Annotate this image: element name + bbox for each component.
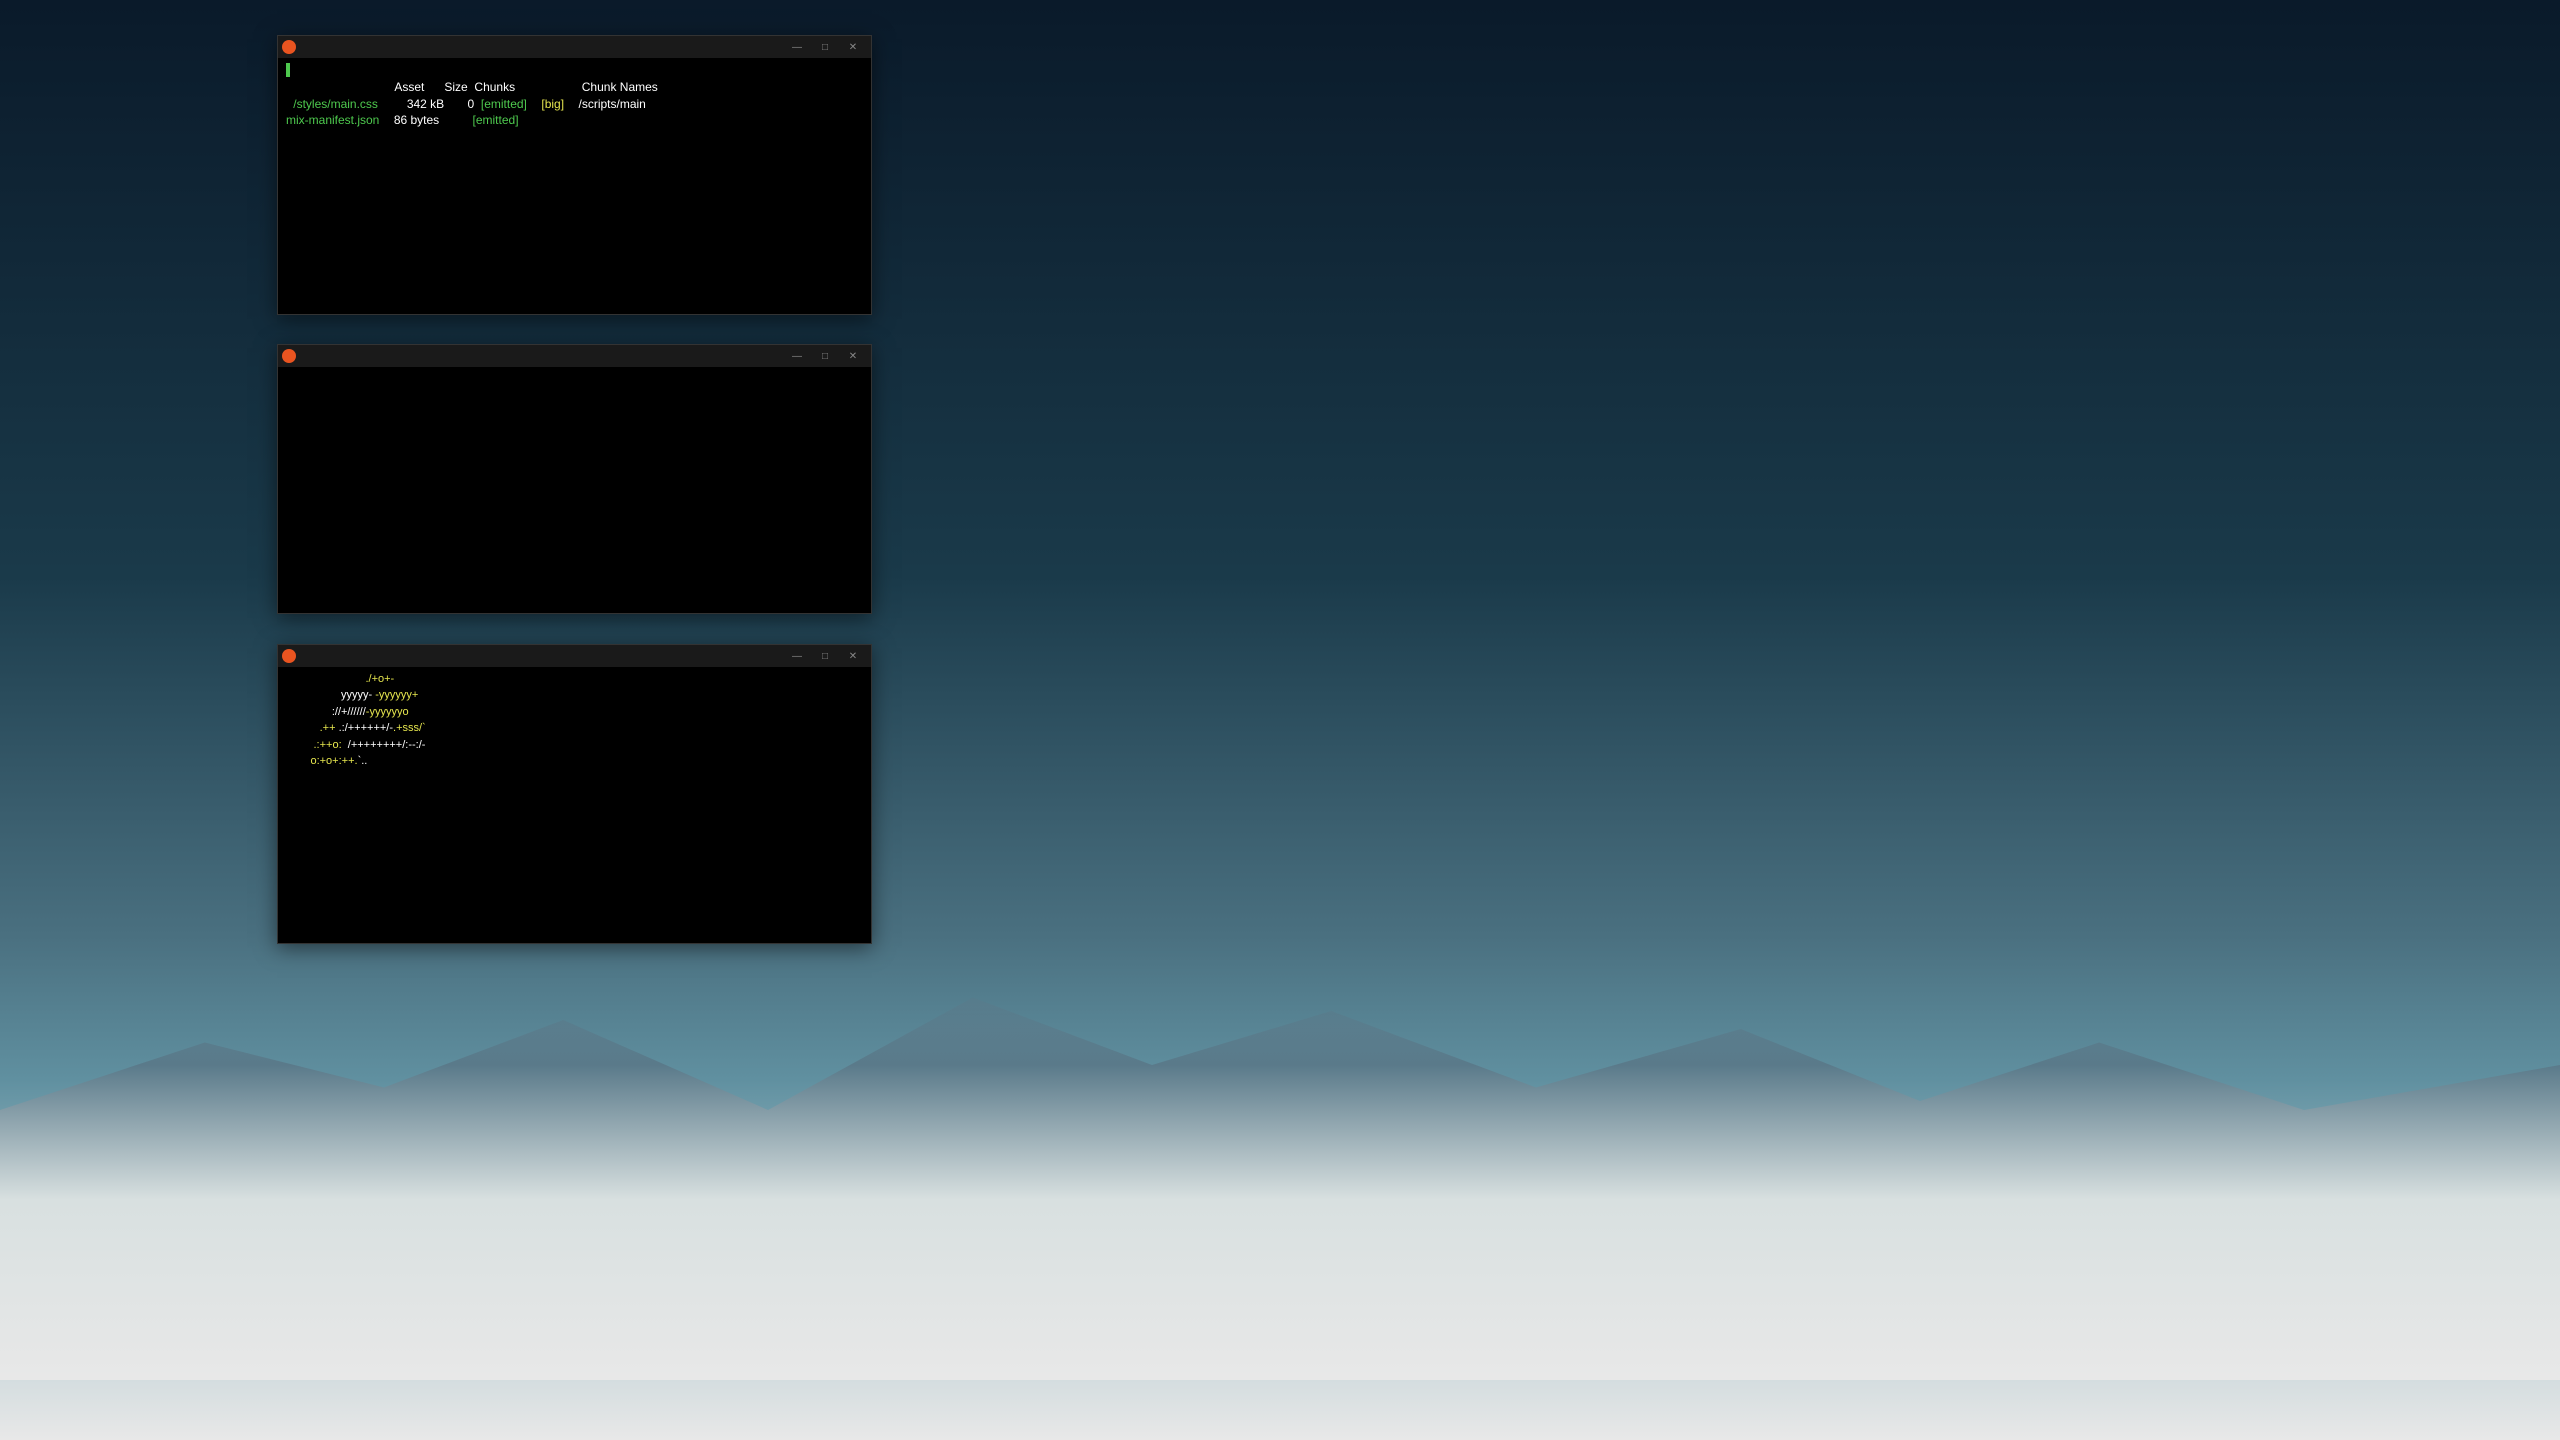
ubuntu-icon	[282, 40, 296, 54]
wallpaper-mountains	[0, 930, 2560, 1380]
titlebar[interactable]: — □ ✕	[278, 36, 871, 58]
terminal-webpack: — □ ✕ Asset Size Chunks Chunk Names /sty…	[277, 35, 872, 315]
minimize-button[interactable]: —	[783, 348, 811, 364]
close-button[interactable]: ✕	[839, 39, 867, 55]
ubuntu-icon	[282, 649, 296, 663]
terminal-screenfetch: — □ ✕ ./+o+- yyyyy- -yyyyyy+ ://+//////-…	[277, 644, 872, 944]
titlebar[interactable]: — □ ✕	[278, 345, 871, 367]
terminal-composer: — □ ✕	[277, 344, 872, 614]
maximize-button[interactable]: □	[811, 348, 839, 364]
maximize-button[interactable]: □	[811, 648, 839, 664]
close-button[interactable]: ✕	[839, 348, 867, 364]
terminal-output[interactable]	[278, 367, 871, 459]
minimize-button[interactable]: —	[783, 648, 811, 664]
terminal-output[interactable]: Asset Size Chunks Chunk Names /styles/ma…	[278, 58, 871, 133]
ubuntu-icon	[282, 349, 296, 363]
minimize-button[interactable]: —	[783, 39, 811, 55]
terminal-output[interactable]: ./+o+- yyyyy- -yyyyyy+ ://+//////-yyyyyy…	[278, 667, 871, 773]
maximize-button[interactable]: □	[811, 39, 839, 55]
titlebar[interactable]: — □ ✕	[278, 645, 871, 667]
close-button[interactable]: ✕	[839, 648, 867, 664]
